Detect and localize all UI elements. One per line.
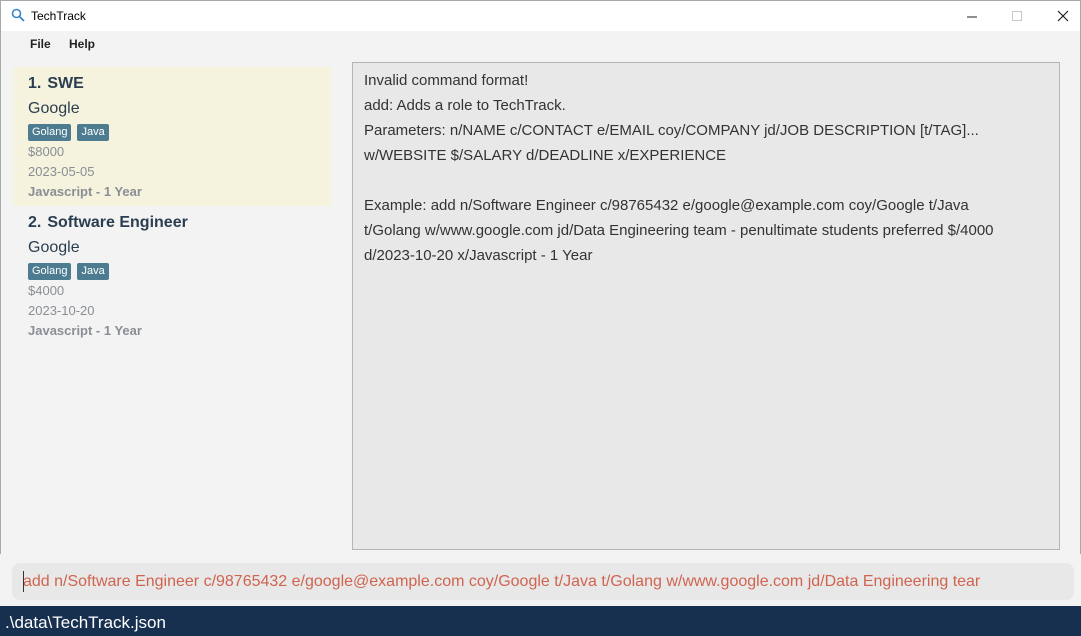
title-bar: TechTrack: [0, 0, 1081, 31]
scrollbar[interactable]: [1066, 57, 1081, 554]
window-title: TechTrack: [31, 9, 86, 23]
result-line: d/2023-10-20 x/Javascript - 1 Year: [364, 247, 593, 264]
magnifier-app-icon: [11, 8, 25, 22]
minimize-icon: [966, 16, 977, 17]
result-line: add: Adds a role to TechTrack.: [364, 97, 566, 114]
tag-badge: Java: [77, 123, 109, 141]
role-index: 1.: [28, 75, 42, 92]
role-index: 2.: [28, 214, 42, 231]
role-title: 2. Software Engineer: [28, 214, 331, 239]
result-line: Invalid command format!: [364, 72, 529, 89]
role-name: Software Engineer: [47, 214, 188, 231]
tag-badge: Java: [77, 262, 109, 280]
result-display[interactable]: Invalid command format! add: Adds a role…: [352, 62, 1060, 550]
maximize-button[interactable]: [994, 1, 1040, 31]
result-line: [364, 171, 1048, 196]
role-experience: Javascript - 1 Year: [28, 323, 142, 338]
role-salary: $8000: [28, 144, 65, 159]
role-company: Google: [28, 239, 80, 256]
close-button[interactable]: [1040, 1, 1081, 31]
tag-badge: Golang: [28, 123, 72, 141]
tag-list: Golang Java: [28, 122, 331, 142]
role-card[interactable]: 1. SWE Google Golang Java $8000 2023-05-0…: [13, 67, 331, 206]
status-bar: .\data\TechTrack.json: [0, 606, 1081, 636]
command-text: add n/Software Engineer c/98765432 e/goo…: [23, 573, 981, 590]
minimize-button[interactable]: [949, 1, 995, 31]
role-card[interactable]: 2. Software Engineer Google Golang Java $…: [13, 206, 331, 345]
menu-file[interactable]: File: [30, 37, 51, 51]
result-line: Example: add n/Software Engineer c/98765…: [364, 197, 969, 214]
role-deadline: 2023-10-20: [28, 303, 95, 318]
role-title: 1. SWE: [28, 75, 331, 100]
command-input[interactable]: add n/Software Engineer c/98765432 e/goo…: [12, 563, 1074, 600]
role-deadline: 2023-05-05: [28, 164, 95, 179]
role-list: 1. SWE Google Golang Java $8000 2023-05-0…: [0, 57, 340, 554]
role-experience: Javascript - 1 Year: [28, 184, 142, 199]
menu-bar: File Help: [0, 31, 1081, 57]
tag-list: Golang Java: [28, 261, 331, 281]
save-file-path: .\data\TechTrack.json: [5, 613, 166, 632]
result-line: Parameters: n/NAME c/CONTACT e/EMAIL coy…: [364, 122, 979, 139]
menu-help[interactable]: Help: [69, 37, 95, 51]
tag-badge: Golang: [28, 262, 72, 280]
maximize-icon: [1011, 10, 1022, 21]
role-company: Google: [28, 100, 80, 117]
close-icon: [1057, 10, 1069, 22]
role-salary: $4000: [28, 283, 65, 298]
result-line: w/WEBSITE $/SALARY d/DEADLINE x/EXPERIEN…: [364, 147, 727, 164]
text-caret: [23, 571, 24, 592]
result-line: t/Golang w/www.google.com jd/Data Engine…: [364, 222, 994, 239]
role-name: SWE: [47, 75, 84, 92]
